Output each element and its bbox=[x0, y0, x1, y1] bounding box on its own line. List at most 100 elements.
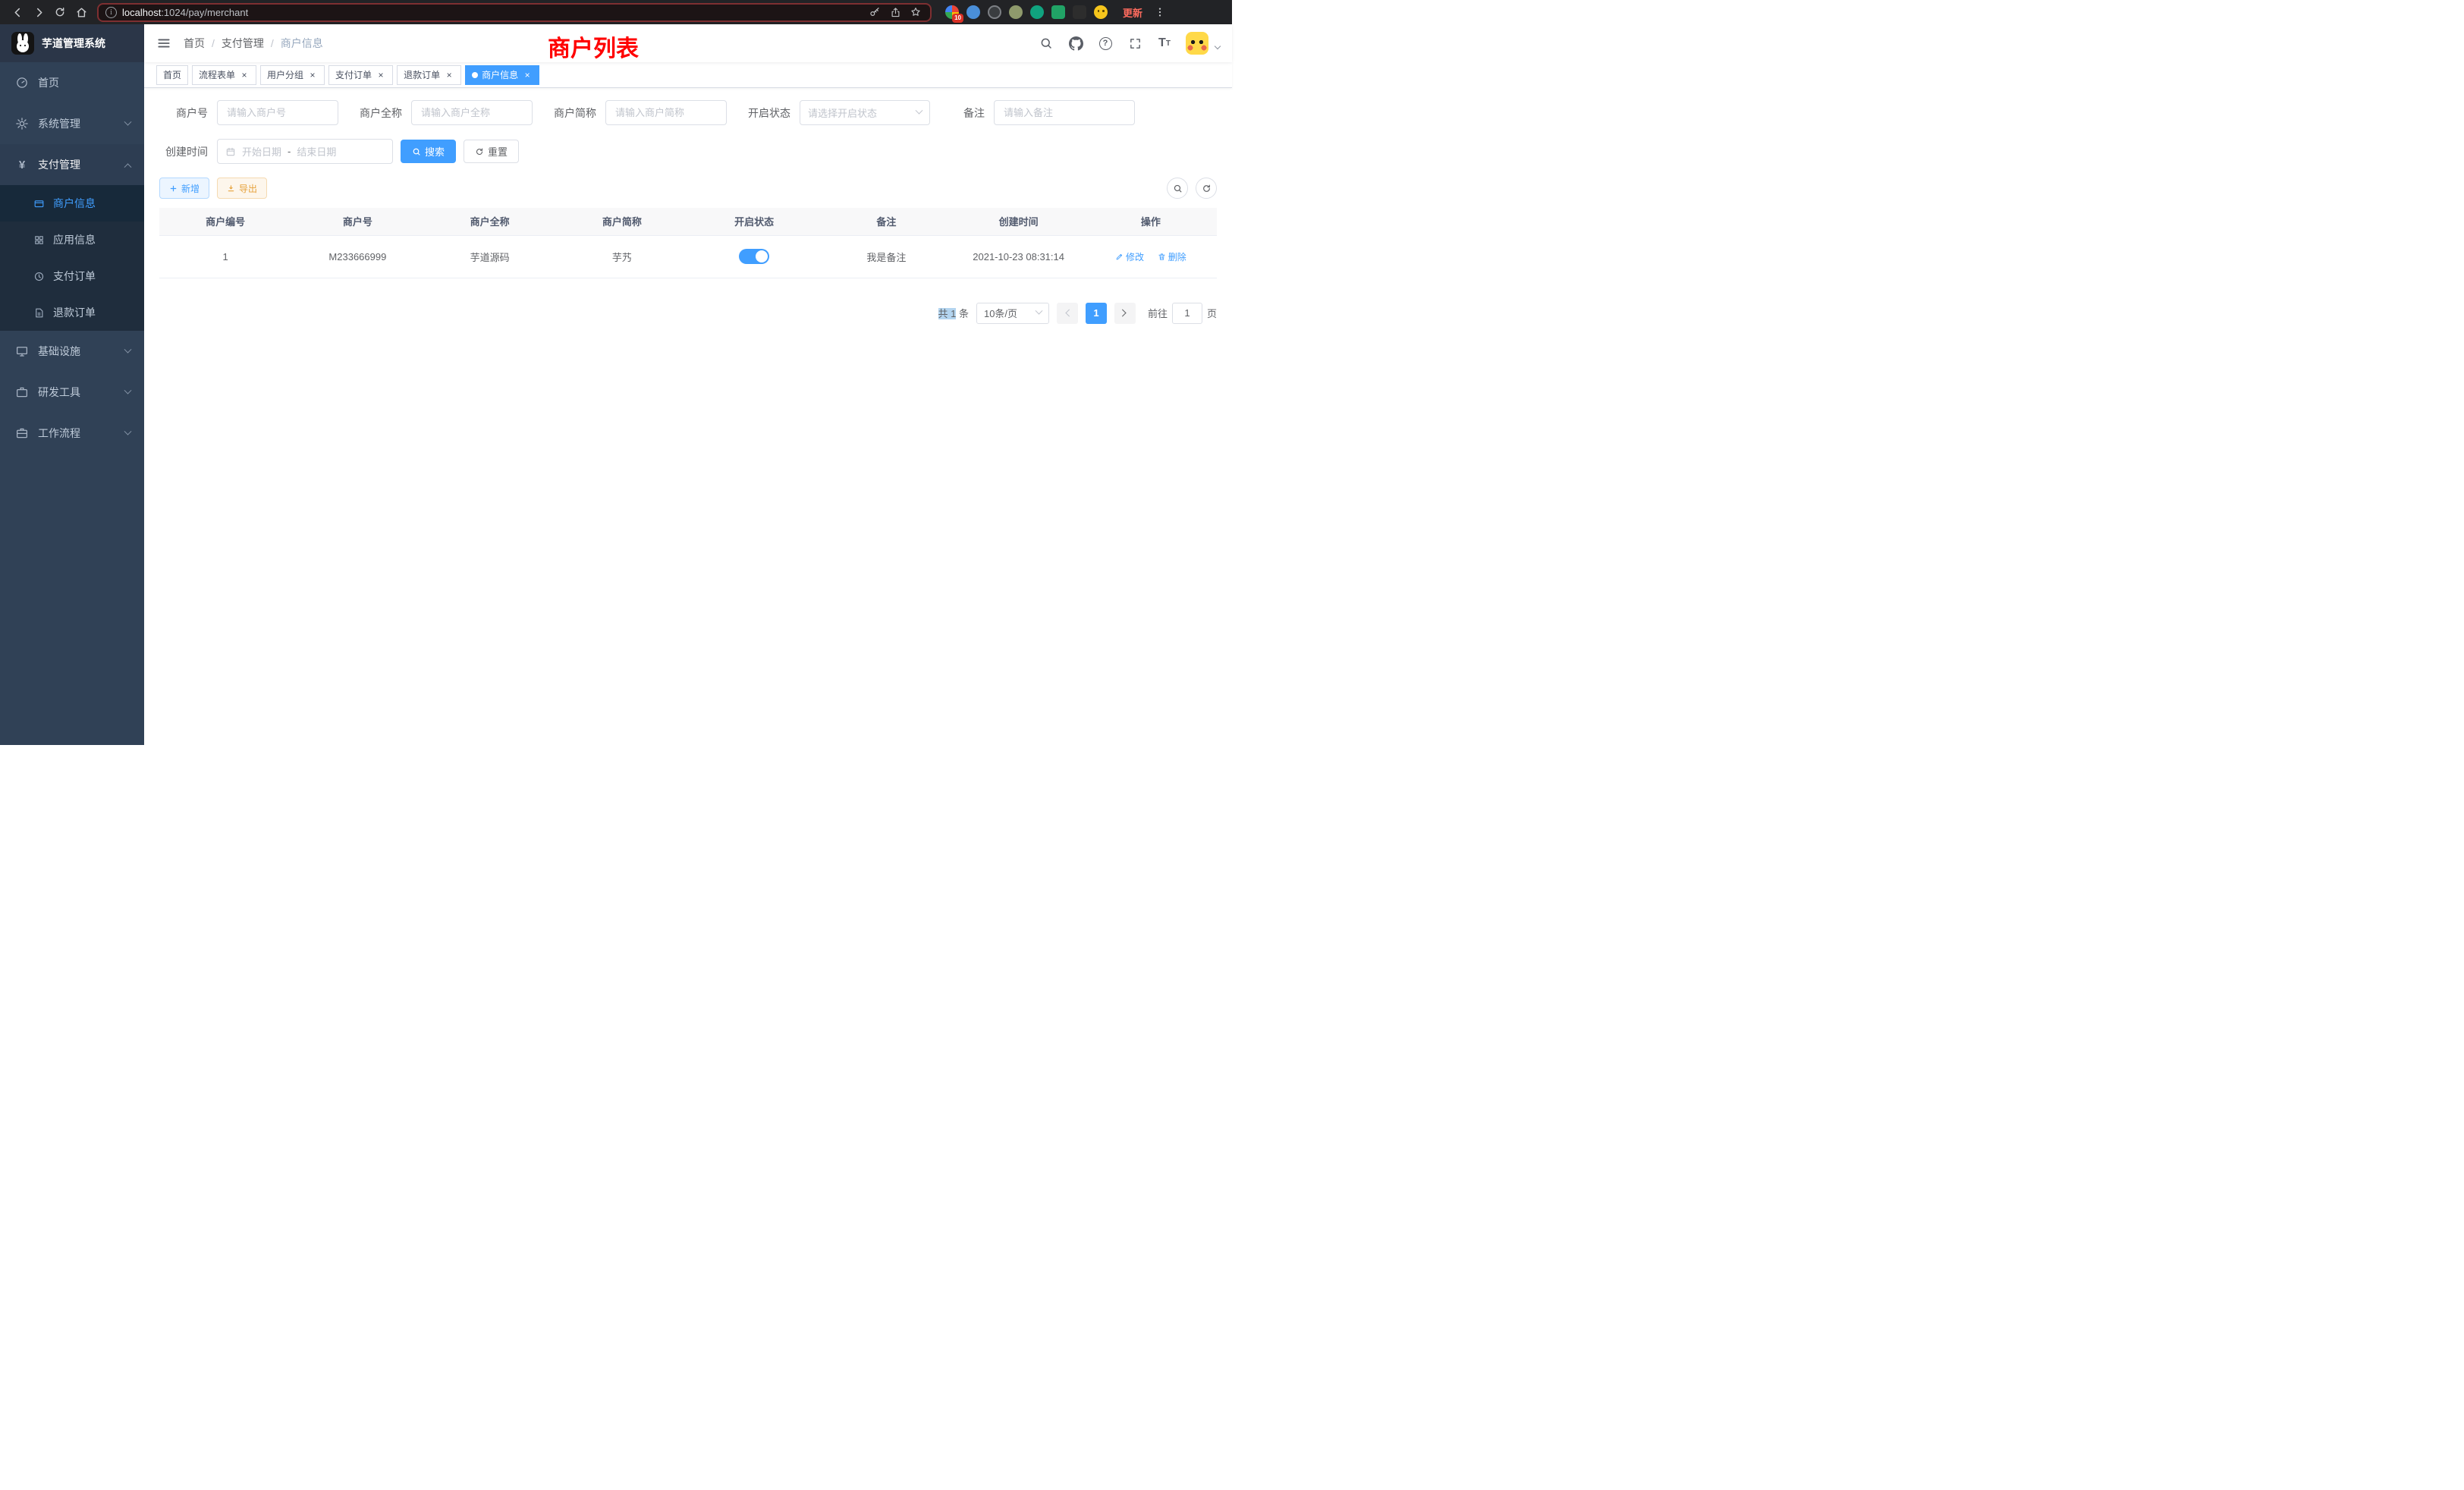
sidebar-item-home[interactable]: 首页 bbox=[0, 62, 144, 103]
gear-icon bbox=[15, 117, 29, 130]
extension-icon-7[interactable] bbox=[1073, 5, 1086, 19]
info-icon[interactable]: i bbox=[105, 7, 117, 18]
font-size-icon[interactable]: TT bbox=[1156, 35, 1173, 52]
sidebar-item-system[interactable]: 系统管理 bbox=[0, 103, 144, 144]
extension-icon-5[interactable] bbox=[1030, 5, 1044, 19]
merchant-no-input[interactable] bbox=[217, 100, 338, 125]
search-icon[interactable] bbox=[1038, 35, 1054, 52]
breadcrumb-current: 商户信息 bbox=[281, 36, 323, 51]
breadcrumb-payment[interactable]: 支付管理 bbox=[222, 36, 264, 51]
sidebar-item-infra[interactable]: 基础设施 bbox=[0, 331, 144, 372]
app-logo[interactable]: 芋道管理系统 bbox=[0, 24, 144, 62]
merchant-table: 商户编号 商户号 商户全称 商户简称 开启状态 备注 创建时间 操作 1 M23… bbox=[159, 208, 1217, 278]
main-area: 首页 支付管理 商户信息 商户列表 TT 首页 流程表单 用户分组 支付订单 bbox=[144, 24, 1232, 745]
reset-button[interactable]: 重置 bbox=[464, 140, 519, 163]
browser-menu-icon[interactable] bbox=[1150, 2, 1170, 22]
extension-icon-6[interactable] bbox=[1051, 5, 1065, 19]
add-button[interactable]: 新增 bbox=[159, 178, 209, 199]
close-icon[interactable] bbox=[307, 70, 318, 80]
browser-update-button[interactable]: 更新 bbox=[1117, 3, 1149, 22]
breadcrumb-home[interactable]: 首页 bbox=[184, 36, 205, 51]
tab-merchant-info[interactable]: 商户信息 bbox=[465, 65, 539, 85]
short-name-input[interactable] bbox=[605, 100, 727, 125]
tab-pay-order[interactable]: 支付订单 bbox=[328, 65, 393, 85]
sidebar-item-pay-order[interactable]: 支付订单 bbox=[0, 258, 144, 294]
user-avatar[interactable] bbox=[1186, 32, 1208, 55]
active-dot bbox=[472, 72, 478, 78]
extension-icon-1[interactable]: 10 bbox=[945, 5, 959, 19]
help-icon[interactable] bbox=[1097, 35, 1114, 52]
monitor-icon bbox=[15, 344, 29, 358]
tab-user-group[interactable]: 用户分组 bbox=[260, 65, 325, 85]
goto-page-input[interactable] bbox=[1172, 303, 1202, 324]
extension-icon-8[interactable] bbox=[1094, 5, 1108, 19]
status-select[interactable]: 请选择开启状态 bbox=[800, 100, 930, 125]
prev-page-button[interactable] bbox=[1057, 303, 1078, 324]
search-button[interactable]: 搜索 bbox=[401, 140, 456, 163]
extension-icon-4[interactable] bbox=[1009, 5, 1023, 19]
download-icon bbox=[227, 184, 235, 193]
sidebar-item-app-info[interactable]: 应用信息 bbox=[0, 222, 144, 258]
toolbox-icon bbox=[15, 385, 29, 399]
document-icon bbox=[33, 307, 46, 319]
sidebar-item-devtools[interactable]: 研发工具 bbox=[0, 372, 144, 413]
browser-refresh-icon[interactable] bbox=[50, 2, 70, 22]
sidebar-item-workflow[interactable]: 工作流程 bbox=[0, 413, 144, 454]
browser-back-icon[interactable] bbox=[8, 2, 27, 22]
sidebar-item-refund-order[interactable]: 退款订单 bbox=[0, 294, 144, 331]
table-toolbar: 新增 导出 bbox=[159, 178, 1217, 199]
breadcrumb: 首页 支付管理 商户信息 bbox=[184, 36, 323, 51]
sidebar-item-merchant-info[interactable]: 商户信息 bbox=[0, 185, 144, 222]
refresh-icon bbox=[475, 147, 484, 156]
browser-home-icon[interactable] bbox=[71, 2, 91, 22]
remark-input[interactable] bbox=[994, 100, 1135, 125]
url-bar[interactable]: i localhost:1024/pay/merchant bbox=[97, 3, 932, 22]
sidebar-item-payment[interactable]: ¥ 支付管理 bbox=[0, 144, 144, 185]
refresh-table-button[interactable] bbox=[1196, 178, 1217, 199]
col-create-time: 创建时间 bbox=[953, 208, 1085, 235]
edit-link[interactable]: 修改 bbox=[1115, 250, 1144, 263]
close-icon[interactable] bbox=[522, 70, 533, 80]
page-1-button[interactable]: 1 bbox=[1086, 303, 1107, 324]
tab-process-form[interactable]: 流程表单 bbox=[192, 65, 256, 85]
total-count: 共 1 条 bbox=[938, 306, 969, 320]
full-name-input[interactable] bbox=[411, 100, 533, 125]
page-annotation: 商户列表 bbox=[548, 30, 639, 63]
bookmark-star-icon[interactable] bbox=[908, 5, 923, 20]
password-key-icon[interactable] bbox=[867, 5, 882, 20]
full-name-label: 商户全称 bbox=[360, 105, 411, 121]
navbar: 首页 支付管理 商户信息 商户列表 TT bbox=[144, 24, 1232, 62]
cell-actions: 修改 删除 bbox=[1085, 235, 1217, 278]
delete-link[interactable]: 删除 bbox=[1158, 250, 1186, 263]
export-button[interactable]: 导出 bbox=[217, 178, 267, 199]
grid-icon bbox=[33, 234, 46, 246]
trash-icon bbox=[1158, 253, 1166, 261]
next-page-button[interactable] bbox=[1114, 303, 1136, 324]
page-size-select[interactable]: 10条/页 bbox=[976, 303, 1049, 324]
breadcrumb-separator bbox=[212, 37, 215, 49]
tab-refund-order[interactable]: 退款订单 bbox=[397, 65, 461, 85]
date-range-picker[interactable]: 开始日期 - 结束日期 bbox=[217, 139, 393, 164]
extension-icon-2[interactable] bbox=[966, 5, 980, 19]
share-icon[interactable] bbox=[888, 5, 903, 20]
tab-home[interactable]: 首页 bbox=[156, 65, 188, 85]
browser-forward-icon[interactable] bbox=[29, 2, 49, 22]
calendar-icon bbox=[225, 146, 236, 157]
chevron-down-icon bbox=[124, 386, 132, 394]
chevron-left-icon bbox=[1066, 310, 1073, 317]
close-icon[interactable] bbox=[376, 70, 386, 80]
browser-extensions: 10 bbox=[945, 5, 1108, 19]
fullscreen-icon[interactable] bbox=[1127, 35, 1143, 52]
close-icon[interactable] bbox=[239, 70, 250, 80]
cell-short-name: 芋艿 bbox=[556, 235, 688, 278]
search-icon bbox=[412, 147, 421, 156]
github-icon[interactable] bbox=[1067, 35, 1084, 52]
tabs-bar: 首页 流程表单 用户分组 支付订单 退款订单 商户信息 bbox=[144, 62, 1232, 88]
avatar-dropdown-icon[interactable] bbox=[1215, 43, 1221, 49]
url-text: localhost:1024/pay/merchant bbox=[122, 7, 862, 18]
hamburger-icon[interactable] bbox=[156, 36, 171, 51]
close-icon[interactable] bbox=[444, 70, 454, 80]
extension-icon-3[interactable] bbox=[988, 5, 1001, 19]
status-toggle[interactable] bbox=[739, 249, 769, 264]
toggle-search-button[interactable] bbox=[1167, 178, 1188, 199]
